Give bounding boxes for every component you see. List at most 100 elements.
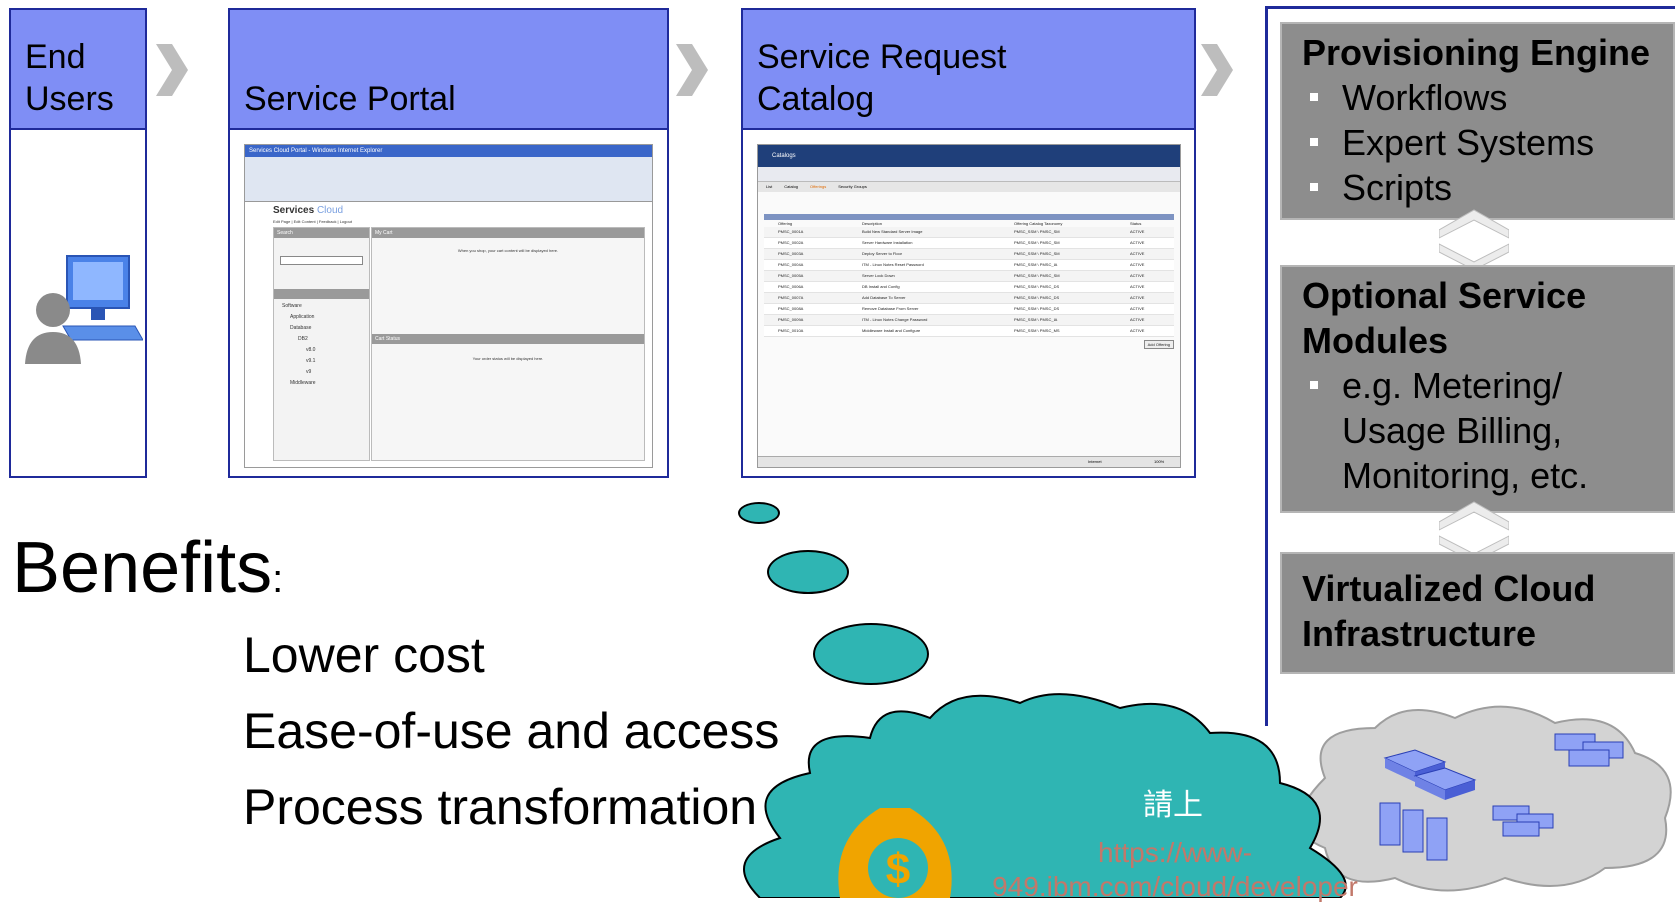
- tree-item[interactable]: v9.1: [282, 356, 369, 367]
- tree-item[interactable]: v9: [282, 367, 369, 378]
- stage-end-users: End Users: [9, 8, 147, 478]
- table-cell: Middleware Install and Configure: [862, 328, 921, 333]
- tab-security-groups[interactable]: Security Groups: [838, 182, 867, 192]
- callout-link-line1[interactable]: https://www-: [985, 836, 1365, 870]
- table-cell: Deploy Server to Floor: [862, 251, 903, 256]
- table-cell: PMSC_SSM \ PMSC_SM: [1014, 229, 1060, 234]
- tab-list[interactable]: List: [766, 182, 772, 192]
- table-cell: PMSC_0008A: [778, 306, 804, 311]
- table-cell: PMSC_0007A: [778, 295, 804, 300]
- table-cell: ACTIVE: [1130, 262, 1145, 267]
- table-cell: Remove Database From Server: [862, 306, 919, 311]
- column-header[interactable]: Offering: [778, 220, 862, 227]
- callout-link-line2[interactable]: 949.ibm.com/cloud/developer: [985, 870, 1365, 904]
- stage-title: Service Portal: [244, 80, 456, 118]
- table-cell: PMSC_SSM \ PMSC_DS: [1014, 284, 1060, 289]
- table-row[interactable]: PMSC_0009A ITM - Linux Notes Change Passw…: [764, 315, 1174, 326]
- cart-panel: My Cart When you shop, your cart content…: [371, 227, 645, 461]
- table-cell: ACTIVE: [1130, 251, 1145, 256]
- table-cell: PMSC_SSM \ PMSC_MS: [1014, 328, 1060, 333]
- status-internet: Internet: [1088, 459, 1102, 464]
- provisioning-list: Workflows Expert Systems Scripts: [1282, 75, 1673, 210]
- tab-offerings[interactable]: Offerings: [810, 182, 826, 192]
- table-cell: ACTIVE: [1130, 328, 1145, 333]
- virtualized-infrastructure-box: Virtualized Cloud Infrastructure: [1280, 552, 1675, 674]
- table-header: Offering Description Offering Catalog Ta…: [764, 220, 1174, 227]
- benefits-heading-colon: :: [272, 557, 284, 601]
- callout-link[interactable]: https://www- 949.ibm.com/cloud/developer: [985, 836, 1365, 904]
- table-row[interactable]: PMSC_0001A Build New Standard Server Imag…: [764, 227, 1174, 238]
- tree-item[interactable]: DB2: [282, 334, 369, 345]
- portal-screenshot: Services Cloud Portal - Windows Internet…: [244, 144, 653, 468]
- table-cell: PMSC_0009A: [778, 317, 804, 322]
- table-row[interactable]: PMSC_0010A Middleware Install and Configu…: [764, 326, 1174, 337]
- column-header[interactable]: Description: [862, 220, 1014, 227]
- table-row[interactable]: PMSC_0007A Add Database To Server PMSC_SSM…: [764, 293, 1174, 304]
- table-cell: ACTIVE: [1130, 229, 1145, 234]
- table-cell: PMSC_SSM \ PMSC_SM: [1014, 251, 1060, 256]
- thought-bubble: [738, 502, 780, 524]
- catalog-title: Catalogs: [772, 153, 796, 159]
- cart-panel-header: My Cart: [372, 228, 644, 238]
- browser-toolbar: [245, 157, 652, 202]
- tab-catalog[interactable]: Catalog: [784, 182, 798, 192]
- callout-text: 請上: [1143, 789, 1203, 822]
- infrastructure-title-line1: Virtualized Cloud: [1302, 568, 1596, 609]
- optional-title-line2: Modules: [1302, 320, 1449, 361]
- tree-panel-header: [274, 289, 369, 299]
- benefit-item: Process transformation: [243, 779, 758, 835]
- tree-item[interactable]: Software: [282, 301, 369, 312]
- table-row[interactable]: PMSC_0008A Remove Database From Server PMS…: [764, 304, 1174, 315]
- portal-links[interactable]: Edit Page | Edit Content | Feedback | Lo…: [273, 219, 352, 224]
- tree: Software Application Database DB2 v8.0 v…: [274, 299, 369, 389]
- user-computer-icon: [25, 255, 143, 364]
- tree-item[interactable]: v8.0: [282, 345, 369, 356]
- table-row[interactable]: PMSC_0004A ITM - Linux Notes Reset Passwo…: [764, 260, 1174, 271]
- list-item: e.g. Metering/: [1306, 363, 1673, 408]
- portal-brand-suffix: Cloud: [316, 205, 344, 216]
- provisioning-title: Provisioning Engine: [1302, 32, 1651, 73]
- catalog-table: Offering Description Offering Catalog Ta…: [764, 214, 1174, 349]
- optional-modules-box: Optional Service Modules e.g. Metering/ …: [1280, 265, 1675, 513]
- search-panel-header: Search: [274, 228, 369, 238]
- stage-header: Service Request Catalog: [743, 10, 1194, 130]
- table-cell: ACTIVE: [1130, 317, 1145, 322]
- stage-service-portal: Service Portal Services Cloud Portal - W…: [228, 8, 669, 478]
- thought-bubble: [813, 623, 929, 685]
- table-cell: ITM - Linux Notes Reset Password: [862, 262, 924, 267]
- table-cell: ACTIVE: [1130, 306, 1145, 311]
- list-item: Expert Systems: [1306, 120, 1673, 165]
- table-cell: Server Hardware Installation: [862, 240, 913, 245]
- table-row[interactable]: PMSC_0003A Deploy Server to Floor PMSC_SSM…: [764, 249, 1174, 260]
- optional-title: Optional Service Modules: [1302, 273, 1673, 363]
- portal-brand: Services: [273, 205, 315, 216]
- table-row[interactable]: PMSC_0006A DB Install and Config PMSC_SSM …: [764, 282, 1174, 293]
- tree-item[interactable]: Middleware: [282, 378, 369, 389]
- table-row[interactable]: PMSC_0002A Server Hardware Installation PM…: [764, 238, 1174, 249]
- list-item: Workflows: [1306, 75, 1673, 120]
- add-offering-button[interactable]: Add Offering: [1143, 340, 1174, 349]
- optional-title-line1: Optional Service: [1302, 275, 1587, 316]
- column-header[interactable]: Offering Catalog Taxonomy: [1014, 220, 1130, 227]
- infrastructure-title: Virtualized Cloud Infrastructure: [1302, 566, 1673, 656]
- table-cell: PMSC_SSM \ PMSC_SM: [1014, 273, 1060, 278]
- table-cell: PMSC_SSM \ PMSC_DS: [1014, 295, 1060, 300]
- table-cell: ACTIVE: [1130, 295, 1145, 300]
- catalog-tabs: List Catalog Offerings Security Groups: [758, 182, 1180, 192]
- list-item: Monitoring, etc.: [1342, 455, 1589, 496]
- optional-list: e.g. Metering/ Usage Billing, Monitoring…: [1282, 363, 1673, 498]
- tree-item[interactable]: Database: [282, 323, 369, 334]
- svg-text:$: $: [886, 845, 910, 894]
- chevron-right-icon: [156, 44, 188, 96]
- double-arrow-icon: [1439, 209, 1509, 271]
- table-row[interactable]: PMSC_0005A Server Lock Down PMSC_SSM \ PMS…: [764, 271, 1174, 282]
- table-cell: ACTIVE: [1130, 273, 1145, 278]
- table-cell: Add Database To Server: [862, 295, 906, 300]
- table-cell: PMSC_0003A: [778, 251, 804, 256]
- table-cell: PMSC_SSM \ PMSC_DS: [1014, 306, 1060, 311]
- search-input[interactable]: [280, 256, 363, 265]
- tree-item[interactable]: Application: [282, 312, 369, 323]
- status-zoom[interactable]: 100%: [1154, 457, 1164, 467]
- browser-titlebar: Services Cloud Portal - Windows Internet…: [245, 145, 652, 157]
- column-header[interactable]: Status: [1130, 220, 1180, 227]
